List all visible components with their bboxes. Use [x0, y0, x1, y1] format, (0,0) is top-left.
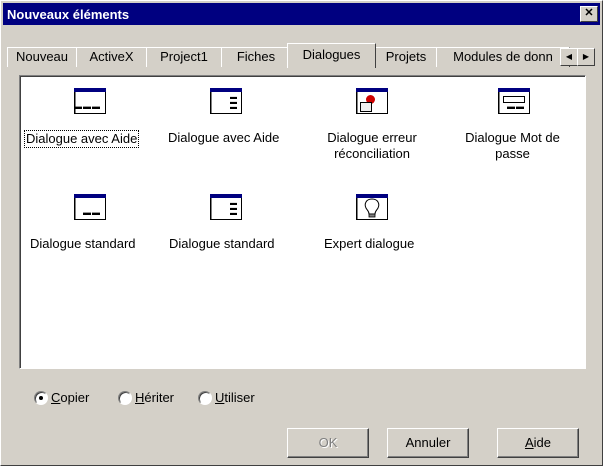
- item-label-line1: Dialogue Mot de: [465, 130, 560, 145]
- dialog-standard-icon: ▬▬: [74, 194, 106, 220]
- item-label-line2: passe: [495, 146, 530, 161]
- option-group: Copier Hériter Utiliser: [34, 389, 334, 407]
- item-label: Expert dialogue: [324, 236, 415, 251]
- accel-u: U: [215, 390, 225, 405]
- tab-strip: Nouveau ActiveX Project1 Fiches Dialogue…: [7, 43, 599, 68]
- dialog-help-vertical-icon: ▬ ▬ ▬: [210, 88, 242, 114]
- title-bar: Nouveaux éléments ✕: [3, 3, 600, 25]
- item-label-line2: réconciliation: [334, 146, 410, 161]
- tab-project1[interactable]: Project1: [146, 47, 222, 67]
- items-panel: ▬▬▬ Dialogue avec Aide ▬ ▬ ▬ Dialogue avec…: [19, 75, 586, 369]
- password-dialog-icon: ▬▬: [498, 88, 530, 114]
- radio-utiliser[interactable]: Utiliser: [198, 389, 278, 407]
- tab-nouveau[interactable]: Nouveau: [7, 47, 77, 67]
- item-label: Dialogue standard: [30, 236, 136, 251]
- list-item-dialogue-avec-aide-1[interactable]: ▬▬▬ Dialogue avec Aide: [20, 82, 160, 162]
- tab-activex[interactable]: ActiveX: [76, 47, 147, 67]
- list-item-dialogue-mot-de-passe[interactable]: ▬▬ Dialogue Mot de passe: [440, 82, 585, 162]
- list-item-dialogue-standard-2[interactable]: ▬ ▬ ▬ Dialogue standard: [162, 194, 297, 254]
- window-title: Nouveaux éléments: [7, 7, 130, 22]
- accel-c: C: [51, 390, 61, 405]
- tab-modules-de-donnees[interactable]: Modules de donn: [436, 47, 570, 67]
- tab-dialogues[interactable]: Dialogues: [287, 43, 376, 68]
- radio-heriter[interactable]: Hériter: [118, 389, 198, 407]
- accel-a: A: [524, 435, 534, 450]
- tab-scroll-left-icon[interactable]: ◀: [560, 48, 578, 66]
- item-label: Dialogue standard: [169, 236, 275, 251]
- list-item-dialogue-standard-1[interactable]: ▬▬ Dialogue standard: [20, 194, 160, 254]
- ok-button[interactable]: OK: [287, 428, 369, 458]
- dialog-standard-vertical-icon: ▬ ▬ ▬: [210, 194, 242, 220]
- radio-copier[interactable]: Copier: [34, 389, 114, 407]
- radio-dot-checked[interactable]: [34, 391, 48, 405]
- cancel-button[interactable]: Annuler: [387, 428, 469, 458]
- close-button[interactable]: ✕: [580, 6, 598, 22]
- radio-label-heriter: ériter: [144, 390, 175, 405]
- tab-scroll-right-icon[interactable]: ▶: [577, 48, 595, 66]
- dialog-help-icon: ▬▬▬: [74, 88, 106, 114]
- list-item-expert-dialogue[interactable]: Expert dialogue: [302, 194, 442, 254]
- help-button[interactable]: Aide: [497, 428, 579, 458]
- help-button-label: ide: [533, 435, 552, 450]
- item-label: Dialogue avec Aide: [24, 130, 140, 148]
- tab-fiches[interactable]: Fiches: [221, 47, 291, 67]
- item-label-line1: Dialogue erreur: [327, 130, 417, 145]
- tab-projets[interactable]: Projets: [375, 47, 437, 67]
- list-item-dialogue-erreur[interactable]: Dialogue erreur réconciliation: [302, 82, 442, 162]
- new-items-dialog: Nouveaux éléments ✕ Nouveau ActiveX Proj…: [0, 0, 603, 466]
- radio-dot[interactable]: [118, 391, 132, 405]
- radio-label-utiliser: tiliser: [224, 390, 255, 405]
- lightbulb-icon: [356, 194, 388, 220]
- accel-h: H: [135, 390, 145, 405]
- radio-dot[interactable]: [198, 391, 212, 405]
- item-label: Dialogue avec Aide: [168, 130, 280, 145]
- radio-label-copier: opier: [60, 390, 90, 405]
- list-item-dialogue-avec-aide-2[interactable]: ▬ ▬ ▬ Dialogue avec Aide: [162, 82, 297, 162]
- dialog-error-icon: [356, 88, 388, 114]
